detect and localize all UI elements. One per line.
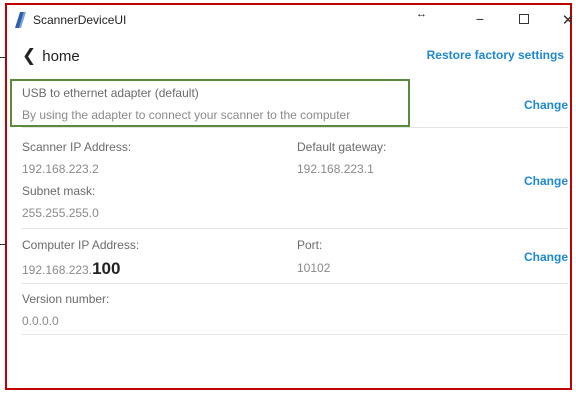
version-value: 0.0.0.0 (22, 314, 59, 328)
window-title: ScannerDeviceUI (33, 13, 127, 27)
restore-factory-settings-link[interactable]: Restore factory settings (427, 48, 564, 62)
subnet-label: Subnet mask: (22, 184, 96, 198)
back-label: home (42, 47, 80, 65)
maximize-icon (519, 14, 529, 24)
app-logo-icon (15, 12, 26, 28)
port-label: Port: (297, 238, 323, 252)
computer-change-button[interactable]: Change (524, 250, 568, 264)
nav-bar: ❮ home Restore factory settings (7, 40, 570, 72)
title-bar: ScannerDeviceUI ↔ − ✕ (7, 5, 574, 35)
subnet-value: 255.255.255.0 (22, 206, 99, 220)
computer-ip-suffix: 100 (92, 259, 121, 278)
adapter-highlight-box (10, 79, 410, 127)
maximize-button[interactable] (509, 11, 539, 27)
computer-ip-value: 192.168.223.100 (22, 259, 120, 279)
computer-ip-prefix: 192.168.223. (22, 263, 93, 277)
back-button[interactable]: ❮ home (22, 46, 80, 66)
computer-section: Computer IP Address: 192.168.223.100 Por… (22, 229, 568, 284)
computer-ip-label: Computer IP Address: (22, 238, 140, 252)
gateway-value: 192.168.223.1 (297, 162, 374, 176)
minimize-button[interactable]: − (465, 11, 495, 27)
scanner-change-button[interactable]: Change (524, 174, 568, 188)
resize-arrows-icon[interactable]: ↔ (416, 8, 427, 20)
scanner-section: Scanner IP Address: 192.168.223.2 Defaul… (22, 128, 568, 229)
frame-tick (0, 244, 6, 245)
chevron-left-icon: ❮ (22, 46, 37, 65)
frame-tick (0, 57, 6, 58)
version-label: Version number: (22, 292, 110, 306)
adapter-change-button[interactable]: Change (524, 98, 568, 112)
port-value: 10102 (297, 261, 331, 275)
gateway-label: Default gateway: (297, 140, 387, 154)
scanner-ip-value: 192.168.223.2 (22, 162, 99, 176)
close-button[interactable]: ✕ (553, 11, 576, 29)
scanner-ip-label: Scanner IP Address: (22, 140, 132, 154)
version-section: Version number: 0.0.0.0 (22, 284, 568, 335)
